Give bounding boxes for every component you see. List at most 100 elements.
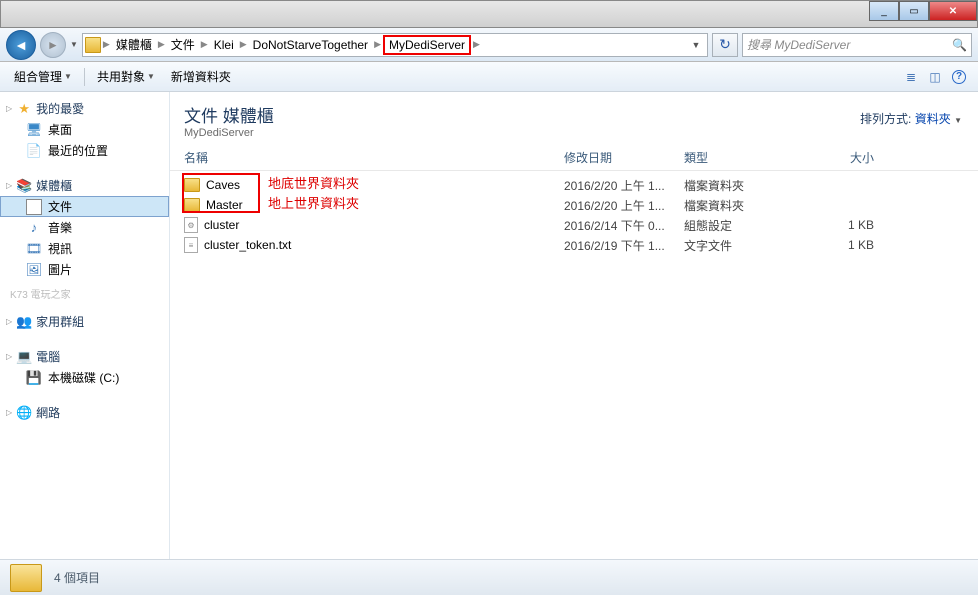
sidebar-computer[interactable]: ▷ 💻電腦	[0, 346, 169, 367]
sidebar-item-label: 音樂	[48, 219, 72, 236]
sidebar-label: 電腦	[36, 348, 60, 365]
file-date: 2016/2/19 下午 1...	[564, 237, 684, 254]
share-button[interactable]: 共用對象▼	[91, 66, 161, 87]
annotation-caves: 地底世界資料夾	[268, 173, 359, 192]
sidebar-item-drive-c[interactable]: 💾本機磁碟 (C:)	[0, 367, 169, 388]
file-row-cluster-token[interactable]: ≡cluster_token.txt 2016/2/19 下午 1... 文字文…	[184, 235, 964, 255]
forward-button[interactable]: ►	[40, 32, 66, 58]
sidebar-favorites[interactable]: ▷★我的最愛	[0, 98, 169, 119]
sidebar-item-documents[interactable]: 文件	[0, 196, 169, 217]
file-name: Caves	[206, 178, 240, 192]
folder-icon	[10, 564, 42, 592]
sidebar-label: 家用群組	[36, 313, 84, 330]
expand-icon: ▷	[6, 181, 12, 190]
preview-pane-button[interactable]: ◫	[924, 67, 946, 87]
sidebar-item-label: 文件	[48, 198, 72, 215]
toolbar: 組合管理▼ 共用對象▼ 新增資料夾 ≣ ◫ ?	[0, 62, 978, 92]
file-type: 檔案資料夾	[684, 177, 794, 194]
library-icon: 📚	[16, 178, 32, 194]
history-dropdown[interactable]: ▼	[70, 40, 78, 49]
column-headers: 名稱 修改日期 類型 大小	[170, 143, 978, 171]
col-name[interactable]: 名稱	[184, 149, 564, 166]
search-input[interactable]: 搜尋 MyDediServer 🔍	[742, 33, 972, 57]
arrange-label: 排列方式:	[860, 112, 911, 126]
folder-icon	[184, 178, 200, 192]
view-mode-button[interactable]: ≣	[900, 67, 922, 87]
file-type: 文字文件	[684, 237, 794, 254]
sidebar-item-videos[interactable]: 🎞視訊	[0, 238, 169, 259]
network-icon: 🌐	[16, 405, 32, 421]
breadcrumb-klei[interactable]: Klei	[210, 38, 238, 52]
annotation-master: 地上世界資料夾	[268, 193, 359, 212]
arrange-value[interactable]: 資料夾	[915, 112, 951, 126]
maximize-button[interactable]: ▭	[899, 1, 929, 21]
library-subtitle: MyDediServer	[184, 127, 964, 139]
arrange-by[interactable]: 排列方式: 資料夾 ▼	[860, 110, 962, 127]
breadcrumb-label: Klei	[214, 38, 234, 52]
file-row-cluster[interactable]: ⚙cluster 2016/2/14 下午 0... 組態設定 1 KB	[184, 215, 964, 235]
back-button[interactable]: ◄	[6, 30, 36, 60]
file-date: 2016/2/14 下午 0...	[564, 217, 684, 234]
desktop-icon: 🖥	[26, 122, 42, 138]
chevron-right-icon: ▶	[238, 39, 249, 50]
file-size: 1 KB	[794, 238, 874, 252]
navigation-pane: ▷★我的最愛 🖥桌面 📄最近的位置 ▷📚媒體櫃 文件 ♪音樂 🎞視訊 🖼圖片 K…	[0, 92, 170, 559]
sidebar-network[interactable]: ▷🌐網路	[0, 402, 169, 423]
sidebar-item-label: 視訊	[48, 240, 72, 257]
watermark: K73 電玩之家	[0, 286, 169, 301]
file-name: cluster	[204, 218, 239, 232]
organize-button[interactable]: 組合管理▼	[8, 66, 78, 87]
folder-icon	[85, 37, 101, 53]
sidebar-item-desktop[interactable]: 🖥 桌面	[0, 119, 169, 140]
chevron-right-icon: ▶	[156, 39, 167, 50]
col-type[interactable]: 類型	[684, 149, 794, 166]
maximize-icon: ▭	[909, 6, 918, 17]
computer-icon: 💻	[16, 349, 32, 365]
navigation-bar: ◄ ► ▼ ▶ 媒體櫃 ▶ 文件 ▶ Klei ▶ DoNotStarveTog…	[0, 28, 978, 62]
search-icon: 🔍	[952, 38, 967, 52]
refresh-button[interactable]: ↻	[712, 33, 738, 57]
sidebar-item-music[interactable]: ♪ 音樂	[0, 217, 169, 238]
breadcrumb-label: MyDediServer	[389, 38, 465, 52]
sidebar-item-recent[interactable]: 📄最近的位置	[0, 140, 169, 161]
breadcrumb-library[interactable]: 媒體櫃	[112, 36, 156, 53]
star-icon: ★	[16, 101, 32, 117]
file-type: 組態設定	[684, 217, 794, 234]
main-area: ▷★我的最愛 🖥桌面 📄最近的位置 ▷📚媒體櫃 文件 ♪音樂 🎞視訊 🖼圖片 K…	[0, 92, 978, 559]
breadcrumb-mydediserver[interactable]: MyDediServer	[383, 35, 471, 55]
new-folder-button[interactable]: 新增資料夾	[165, 66, 237, 87]
expand-icon: ▷	[6, 352, 12, 361]
new-folder-label: 新增資料夾	[171, 68, 231, 85]
file-name: Master	[206, 198, 243, 212]
file-list: 地底世界資料夾 地上世界資料夾 Caves 2016/2/20 上午 1... …	[170, 171, 978, 259]
close-button[interactable]: ✕	[929, 1, 977, 21]
chevron-down-icon: ▼	[64, 72, 72, 81]
sidebar-homegroup[interactable]: ▷👥家用群組	[0, 311, 169, 332]
sidebar-label: 我的最愛	[36, 100, 84, 117]
sidebar-item-pictures[interactable]: 🖼圖片	[0, 259, 169, 280]
sidebar-label: 媒體櫃	[36, 177, 72, 194]
chevron-right-icon: ▶	[199, 39, 210, 50]
file-view: 文件 媒體櫃 MyDediServer 排列方式: 資料夾 ▼ 名稱 修改日期 …	[170, 92, 978, 559]
chevron-right-icon: ▶	[372, 39, 383, 50]
music-icon: ♪	[26, 220, 42, 236]
sidebar-libraries[interactable]: ▷ 📚媒體櫃	[0, 175, 169, 196]
col-date[interactable]: 修改日期	[564, 149, 684, 166]
help-button[interactable]: ?	[948, 67, 970, 87]
minimize-button[interactable]: _	[869, 1, 899, 21]
expand-icon: ▷	[6, 408, 12, 417]
sidebar-item-label: 本機磁碟 (C:)	[48, 369, 119, 386]
close-icon: ✕	[949, 6, 957, 17]
col-size[interactable]: 大小	[794, 149, 874, 166]
breadcrumb-documents[interactable]: 文件	[167, 36, 199, 53]
sidebar-item-label: 桌面	[48, 121, 72, 138]
file-name: cluster_token.txt	[204, 238, 291, 252]
address-bar[interactable]: ▶ 媒體櫃 ▶ 文件 ▶ Klei ▶ DoNotStarveTogether …	[82, 33, 708, 57]
chevron-down-icon: ▼	[147, 72, 155, 81]
chevron-right-icon: ▶	[471, 39, 482, 50]
breadcrumb-dnst[interactable]: DoNotStarveTogether	[249, 38, 372, 52]
address-dropdown[interactable]: ▼	[687, 40, 705, 50]
organize-label: 組合管理	[14, 68, 62, 85]
file-size: 1 KB	[794, 218, 874, 232]
homegroup-icon: 👥	[16, 314, 32, 330]
